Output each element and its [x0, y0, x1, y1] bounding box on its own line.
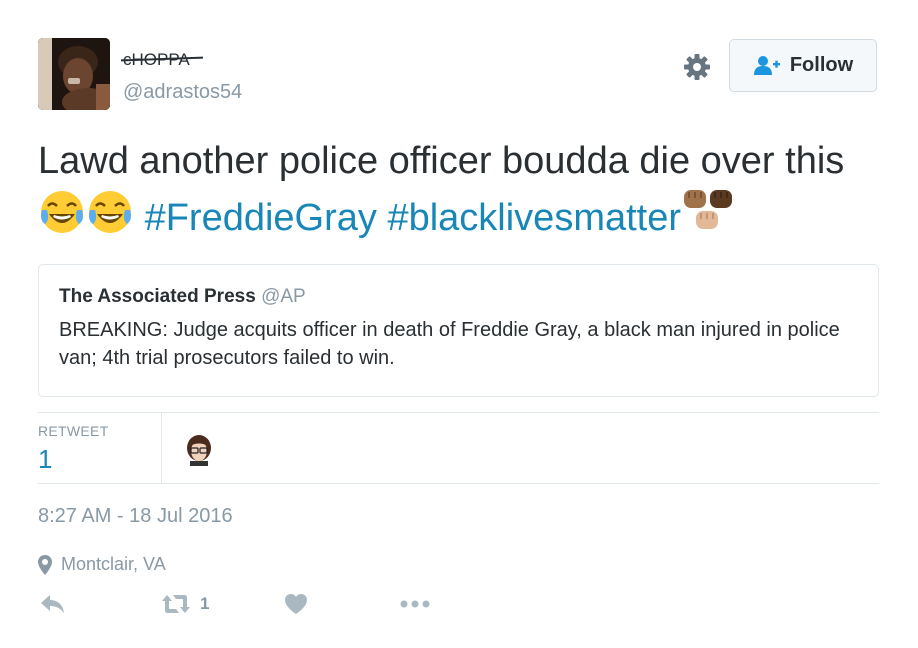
- follow-button-label: Follow: [789, 54, 854, 76]
- quoted-tweet-name: The Associated Press: [59, 286, 256, 307]
- tweet-location[interactable]: Montclair, VA: [38, 554, 166, 575]
- more-options-button[interactable]: [400, 599, 430, 609]
- more-dots-icon: [400, 600, 430, 608]
- follow-button[interactable]: Follow: [729, 39, 877, 92]
- retweet-stat-label: RETWEET: [38, 423, 109, 439]
- location-pin-icon: [38, 554, 52, 575]
- tweet-text: Lawd another police officer boudda die o…: [38, 136, 878, 249]
- raised-fists-icon: [681, 186, 737, 249]
- location-label: Montclair, VA: [61, 554, 166, 574]
- face-with-tears-of-joy-icon: [38, 188, 86, 249]
- like-button[interactable]: [284, 593, 308, 615]
- retweet-action-count: 1: [200, 594, 210, 613]
- avatar-photo: [38, 38, 110, 110]
- quoted-tweet-text: BREAKING: Judge acquits officer in death…: [59, 319, 840, 369]
- reply-icon: [41, 595, 64, 613]
- gear-icon[interactable]: [682, 52, 712, 82]
- retweet-button[interactable]: 1: [161, 593, 209, 615]
- user-screen-name[interactable]: @adrastos54: [123, 81, 242, 104]
- stats-top-divider: [38, 412, 879, 413]
- user-display-name[interactable]: cHOPPA: [120, 50, 204, 70]
- quoted-tweet[interactable]: The Associated Press @AP BREAKING: Judge…: [38, 264, 879, 397]
- hashtag-freddiegray[interactable]: #FreddieGray: [145, 197, 377, 239]
- face-with-tears-of-joy-icon: [86, 188, 134, 249]
- quoted-tweet-handle: @AP: [261, 286, 306, 307]
- stats-bottom-divider: [38, 483, 879, 484]
- retweet-icon: [162, 595, 190, 613]
- quoted-tweet-author: The Associated Press @AP: [59, 285, 858, 309]
- retweeter-avatar[interactable]: [186, 434, 212, 466]
- heart-icon: [285, 594, 307, 614]
- follow-user-icon: [753, 55, 780, 75]
- retweet-stat-count[interactable]: 1: [38, 444, 52, 475]
- user-avatar[interactable]: [38, 38, 110, 110]
- tweet-text-body: Lawd another police officer boudda die o…: [38, 140, 845, 182]
- hashtag-blacklivesmatter[interactable]: #blacklivesmatter: [387, 197, 681, 239]
- tweet-timestamp[interactable]: 8:27 AM - 18 Jul 2016: [38, 505, 233, 528]
- stats-separator: [161, 413, 162, 483]
- reply-button[interactable]: [40, 593, 66, 615]
